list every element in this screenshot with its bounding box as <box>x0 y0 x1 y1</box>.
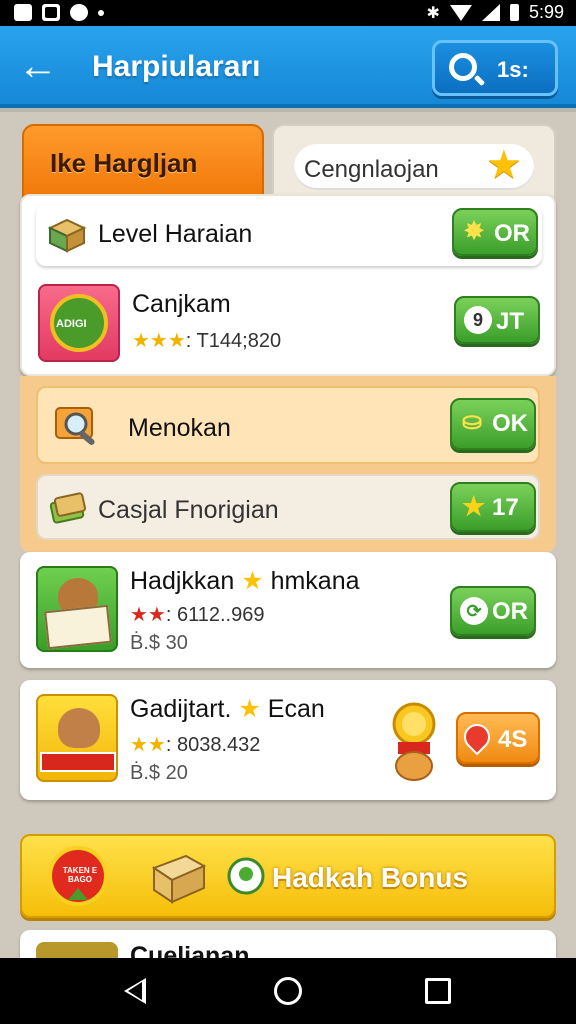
star-icon: ★ <box>462 491 486 521</box>
row-title: Gadijtart. ★ Ecan <box>130 695 325 723</box>
rating: ★★: 6112..969 <box>130 604 265 626</box>
bonus-banner[interactable]: TAKEN E BAGO Hadkah Bonus <box>20 834 556 918</box>
row-title: Casjal Fnorigian <box>98 496 279 524</box>
tab-hargljan[interactable]: Ike Hargljan <box>22 124 264 202</box>
tab-cengnlaojan[interactable]: Cengnlaojan ★ <box>272 124 556 202</box>
nav-back-icon[interactable] <box>124 978 146 1004</box>
arrow-left-icon: ← <box>18 44 58 88</box>
dot-icon <box>98 10 104 16</box>
app-bar: ← Harpiulararı 1s: <box>0 26 576 108</box>
price: Ḃ.$ 20 <box>130 762 188 784</box>
search-button[interactable]: 1s: <box>432 40 558 96</box>
badge-text: TAKEN E BAGO <box>62 866 98 884</box>
magnifier-icon <box>55 407 95 445</box>
nav-bar <box>0 958 576 1024</box>
bluetooth-icon: ✱ <box>426 4 440 22</box>
list-item[interactable]: Hadjkkan ★ hmkana ★★: 6112..969 Ḃ.$ 30 ⟳… <box>20 552 556 668</box>
list-item[interactable]: Gadijtart. ★ Ecan ★★: 8038.432 Ḃ.$ 20 4S <box>20 680 556 800</box>
medal-mascot-icon <box>392 702 436 781</box>
wifi-icon <box>449 4 472 21</box>
search-count: 1s: <box>497 57 529 82</box>
page-title: Harpiulararı <box>92 50 261 83</box>
reward-button[interactable]: ★ 17 <box>450 482 536 532</box>
nav-recents-icon[interactable] <box>425 978 451 1004</box>
nav-home-icon[interactable] <box>274 977 302 1005</box>
list-item[interactable]: Cuelianan <box>20 930 556 958</box>
row-title: Canjkam <box>132 290 231 318</box>
rating: ★★★: T144;820 <box>132 330 282 352</box>
back-button[interactable]: ← <box>18 46 62 90</box>
claim-button[interactable]: ✸ OR <box>452 208 538 256</box>
image-icon <box>42 4 60 21</box>
action-button[interactable]: 9 JT <box>454 296 540 344</box>
level-card: Level Haraian ✸ OR ADIGI Canjkam ★★★: T1… <box>20 194 556 376</box>
orange-group: Menokan ⛀ OK Casjal Fnorigian ★ 17 <box>20 376 556 552</box>
bonus-label: Hadkah Bonus <box>272 862 469 893</box>
star-icon: ★ <box>238 695 261 723</box>
app-icon <box>70 4 88 21</box>
list-item[interactable]: Level Haraian ✸ OR <box>36 204 542 266</box>
row-title: Menokan <box>128 414 231 442</box>
list-item[interactable]: ADIGI Canjkam ★★★: T144;820 9 JT <box>22 276 558 376</box>
tab-label: Cengnlaojan <box>304 156 439 183</box>
star-icon: ★ <box>486 143 522 187</box>
basket-icon: ⛀ <box>462 408 483 435</box>
sign-icon <box>44 604 112 650</box>
row-title: Hadjkkan ★ hmkana <box>130 567 360 595</box>
location-pin-icon <box>458 718 496 756</box>
bear-icon <box>58 708 100 748</box>
row-title: Cuelianan <box>130 942 250 958</box>
ok-button[interactable]: ⛀ OK <box>450 398 536 450</box>
status-bar: ✱ 5:99 <box>0 0 576 26</box>
tab-label: Ike Hargljan <box>50 148 198 178</box>
battery-icon <box>509 4 519 21</box>
list-item[interactable]: Menokan ⛀ OK <box>36 386 540 464</box>
notification-icon <box>14 4 32 21</box>
box-icon <box>47 218 87 253</box>
ribbon-icon <box>40 752 116 772</box>
list-item[interactable]: Casjal Fnorigian ★ 17 <box>36 474 540 540</box>
thumbnail <box>36 566 118 652</box>
status-time: 5:99 <box>528 2 564 22</box>
thumbnail: ADIGI <box>38 284 120 362</box>
signal-icon <box>481 4 500 21</box>
gift-box-icon <box>151 854 207 904</box>
thumbnail <box>36 694 118 782</box>
location-icon <box>227 857 265 895</box>
price: Ḃ.$ 30 <box>130 632 188 654</box>
search-icon <box>449 53 477 81</box>
star-icon: ★ <box>241 567 264 595</box>
action-button[interactable]: ⟳ OR <box>450 586 536 636</box>
money-icon <box>49 492 86 524</box>
row-title: Level Haraian <box>98 220 253 248</box>
thumbnail <box>36 942 118 958</box>
refresh-icon: ⟳ <box>460 597 488 625</box>
rating: ★★: 8038.432 <box>130 734 261 756</box>
star-icon: ✸ <box>464 218 485 245</box>
action-button[interactable]: 4S <box>456 712 540 764</box>
content-panel[interactable]: Ike Hargljan Cengnlaojan ★ Level Haraian… <box>0 112 576 958</box>
